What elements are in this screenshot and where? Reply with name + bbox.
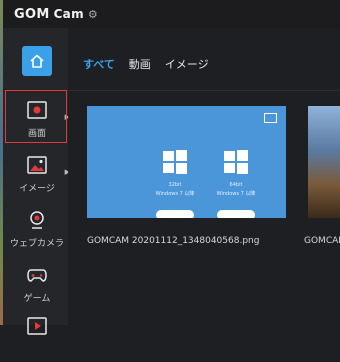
sidebar: 画面 ▶ イメージ ▶ ウェブカメラ ゲーム bbox=[3, 28, 70, 335]
divider bbox=[68, 90, 340, 91]
selection-highlight bbox=[5, 90, 67, 143]
main-content: すべて 動画 イメージ 32bit Windows 7 以降 64bit Win… bbox=[68, 28, 340, 325]
sidebar-item-label: ゲーム bbox=[23, 294, 51, 304]
windows-logo-icon bbox=[163, 150, 187, 174]
sidebar-item-image[interactable]: イメージ ▶ bbox=[6, 146, 70, 201]
image-type-icon bbox=[264, 113, 277, 123]
download-pill bbox=[156, 210, 194, 218]
filter-tabs: すべて 動画 イメージ bbox=[83, 56, 209, 72]
tab-image[interactable]: イメージ bbox=[165, 56, 209, 72]
thumbnail-card[interactable]: 32bit Windows 7 以降 64bit Windows 7 以降 bbox=[87, 106, 286, 218]
caption: 64bit bbox=[229, 182, 243, 188]
sidebar-item-video[interactable] bbox=[6, 307, 68, 362]
caption: Windows 7 以降 bbox=[216, 191, 256, 197]
caption: Windows 7 以降 bbox=[155, 191, 195, 197]
caption: 32bit bbox=[168, 182, 182, 188]
file-name[interactable]: GOMCAM 20201112_1348040568.png bbox=[87, 236, 259, 246]
sidebar-item-game[interactable]: ゲーム bbox=[6, 256, 68, 311]
home-icon bbox=[30, 54, 44, 68]
app-logo: GOM Cam bbox=[14, 6, 84, 22]
webcam-icon bbox=[30, 211, 44, 229]
windows-logo-icon bbox=[224, 150, 248, 174]
tab-all[interactable]: すべて bbox=[83, 56, 115, 72]
image-icon bbox=[27, 156, 47, 174]
download-pill bbox=[217, 210, 255, 218]
play-icon bbox=[27, 317, 47, 335]
settings-gear-icon[interactable]: ⚙ bbox=[88, 8, 98, 21]
title-bar: GOM Cam ⚙ bbox=[3, 0, 340, 28]
thumbnail-card-2[interactable] bbox=[308, 106, 340, 218]
sidebar-item-label: ウェブカメラ bbox=[9, 239, 64, 249]
home-button[interactable] bbox=[22, 46, 52, 76]
gamepad-icon bbox=[27, 269, 47, 282]
sidebar-item-label: イメージ bbox=[19, 184, 55, 194]
tab-video[interactable]: 動画 bbox=[129, 56, 151, 72]
file-name[interactable]: GOMCAM bbox=[304, 236, 340, 246]
sidebar-item-webcam[interactable]: ウェブカメラ bbox=[6, 201, 68, 256]
